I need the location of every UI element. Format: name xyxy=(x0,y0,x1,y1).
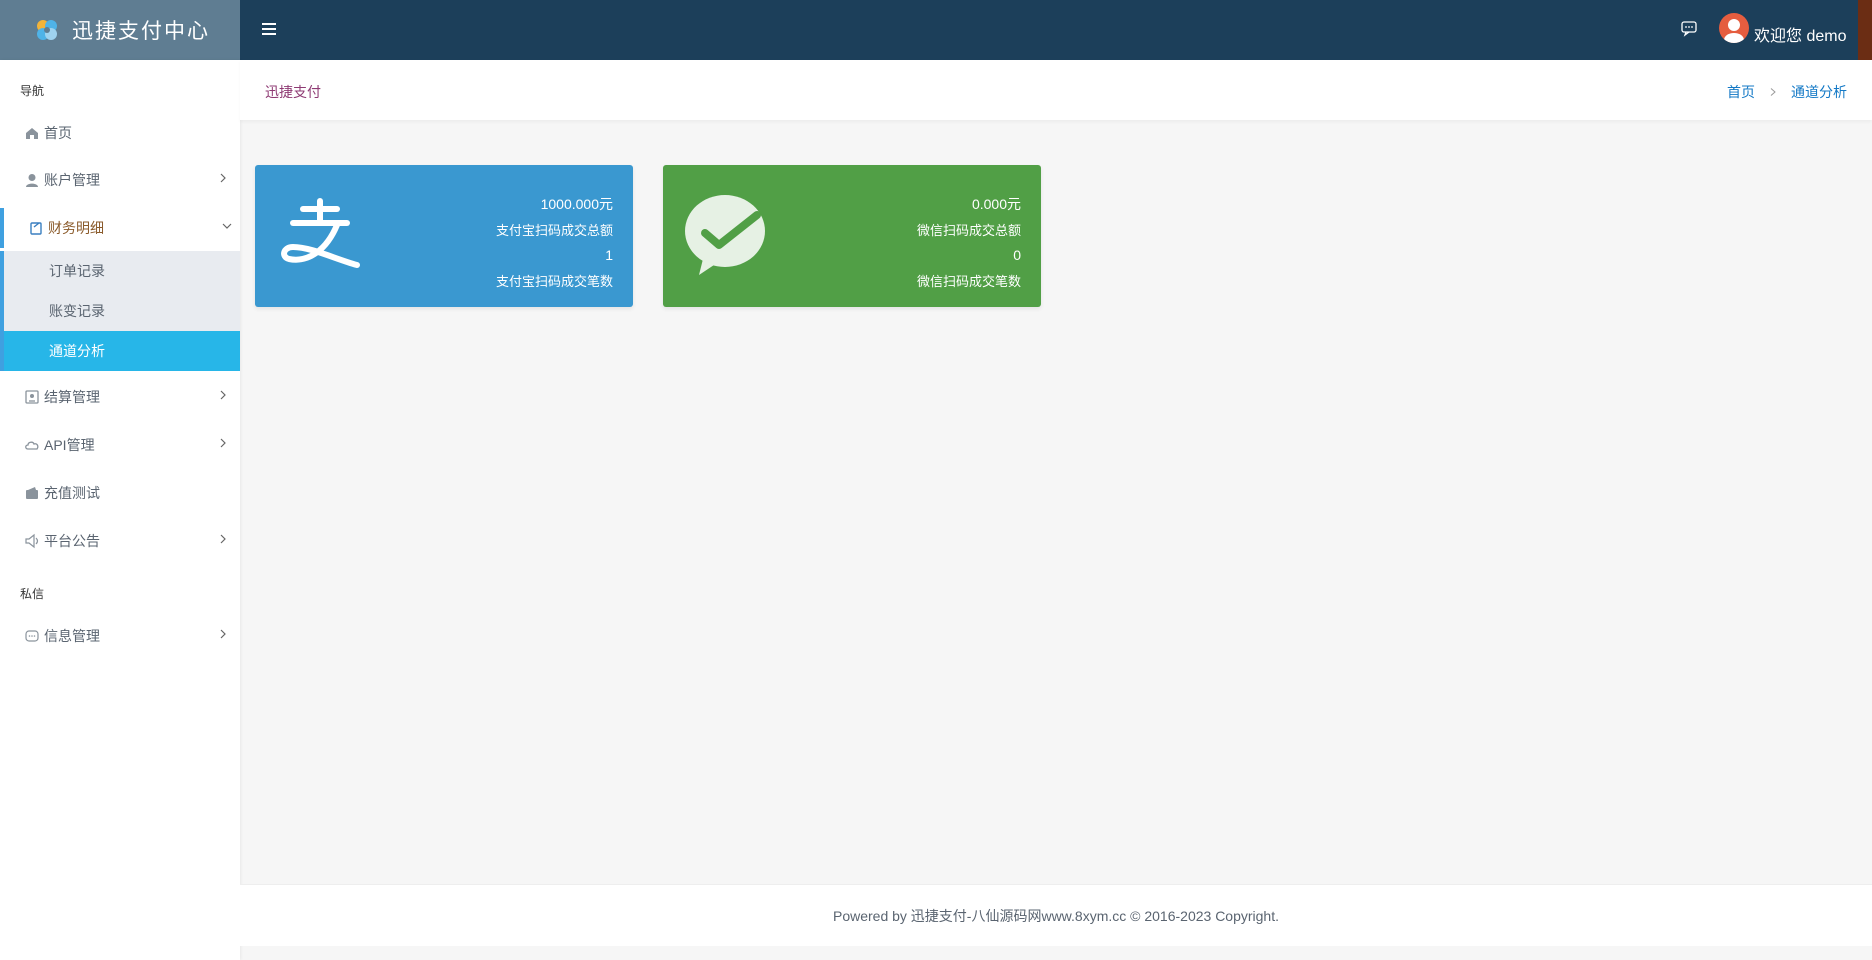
alipay-icon xyxy=(281,198,360,268)
chevron-right-icon xyxy=(220,390,226,400)
brand[interactable]: 迅捷支付中心 xyxy=(0,0,240,60)
alipay-stats-card: 1000.000元 支付宝扫码成交总额 1 支付宝扫码成交笔数 xyxy=(255,165,633,307)
chevron-down-icon xyxy=(222,223,232,229)
breadcrumb: 首页 通道分析 xyxy=(1727,82,1847,102)
chevron-right-icon xyxy=(220,438,226,448)
breadcrumb-home-link[interactable]: 首页 xyxy=(1727,82,1755,102)
wechat-amount-label: 微信扫码成交总额 xyxy=(916,222,1021,238)
cloud-icon xyxy=(25,441,39,450)
chevron-right-icon xyxy=(220,173,226,183)
edge-strip xyxy=(1858,0,1872,60)
wechat-pay-icon xyxy=(685,195,765,275)
nav-section-label: 导航 xyxy=(20,84,45,98)
user-avatar-icon xyxy=(1724,19,1744,43)
alipay-count: 1 xyxy=(605,247,613,263)
app-title: 迅捷支付中心 xyxy=(72,20,210,43)
wechat-stats: 0.000元 微信扫码成交总额 0 微信扫码成交笔数 xyxy=(917,192,1021,294)
chevron-right-icon xyxy=(220,534,226,544)
sidebar-item-label: 信息管理 xyxy=(44,628,100,644)
sidebar-item-account[interactable]: 账户管理 xyxy=(0,160,240,200)
sidebar: 导航 首页 账户管理 财务明细 订单记录 账变记录 通道分析 结算管理 API管… xyxy=(0,60,240,960)
wallet-icon xyxy=(26,487,38,499)
sidebar-item-messages[interactable]: 信息管理 xyxy=(0,616,240,656)
footer-copyright: Powered by 迅捷支付-八仙源码网www.8xym.cc © 2016-… xyxy=(832,908,1279,924)
menu-toggle-button[interactable] xyxy=(262,20,278,38)
sidebar-item-label: 结算管理 xyxy=(44,389,100,405)
user-greeting[interactable]: 欢迎您 demo xyxy=(1754,22,1846,46)
chevron-right-icon xyxy=(220,629,226,639)
page-title: 迅捷支付 xyxy=(265,84,321,100)
user-icon xyxy=(26,174,38,187)
page-header: 迅捷支付 首页 通道分析 xyxy=(240,60,1872,120)
sidebar-item-recharge-test[interactable]: 充值测试 xyxy=(0,473,240,513)
sidebar-subitem-label: 通道分析 xyxy=(49,343,105,359)
wechat-count-label: 微信扫码成交笔数 xyxy=(916,273,1021,289)
footer: Powered by 迅捷支付-八仙源码网www.8xym.cc © 2016-… xyxy=(240,884,1872,946)
sidebar-item-announcements[interactable]: 平台公告 xyxy=(0,521,240,561)
avatar[interactable] xyxy=(1719,13,1749,43)
sidebar-subitem-label: 订单记录 xyxy=(49,263,105,279)
wechat-count: 0 xyxy=(1013,247,1021,263)
sidebar-item-api[interactable]: API管理 xyxy=(0,425,240,465)
sidebar-item-label: 账户管理 xyxy=(44,172,100,188)
sidebar-item-label: 平台公告 xyxy=(44,533,100,549)
sidebar-subitem-balance-changes[interactable]: 账变记录 xyxy=(0,291,240,331)
breadcrumb-current: 通道分析 xyxy=(1791,84,1847,100)
sidebar-item-label: 首页 xyxy=(44,125,72,141)
chat-icon[interactable] xyxy=(1680,19,1698,37)
sidebar-item-label: 充值测试 xyxy=(44,485,100,501)
sidebar-item-finance[interactable]: 财务明细 xyxy=(0,208,240,248)
sidebar-subitem-label: 账变记录 xyxy=(49,303,105,319)
alipay-stats: 1000.000元 支付宝扫码成交总额 1 支付宝扫码成交笔数 xyxy=(496,192,613,294)
sidebar-subitem-orders[interactable]: 订单记录 xyxy=(0,251,240,291)
settlement-icon xyxy=(25,390,39,404)
speaker-icon xyxy=(25,533,39,549)
sidebar-item-label: API管理 xyxy=(44,437,95,453)
chevron-right-icon xyxy=(1770,88,1776,96)
sidebar-subitem-channel-analysis[interactable]: 通道分析 xyxy=(0,331,240,371)
top-navbar: 迅捷支付中心 欢迎您 demo xyxy=(0,0,1872,60)
logo-icon xyxy=(37,20,57,40)
sidebar-item-settlement[interactable]: 结算管理 xyxy=(0,377,240,417)
alipay-amount-label: 支付宝扫码成交总额 xyxy=(495,222,613,238)
alipay-count-label: 支付宝扫码成交笔数 xyxy=(495,273,613,289)
wechat-amount: 0.000元 xyxy=(971,196,1021,212)
alipay-amount: 1000.000元 xyxy=(540,196,613,212)
ledger-icon xyxy=(30,222,42,235)
message-icon xyxy=(25,630,39,642)
sidebar-item-label: 财务明细 xyxy=(48,220,104,236)
private-section-label: 私信 xyxy=(20,587,45,601)
home-icon xyxy=(26,128,38,139)
wechat-stats-card: 0.000元 微信扫码成交总额 0 微信扫码成交笔数 xyxy=(663,165,1041,307)
sidebar-item-home[interactable]: 首页 xyxy=(0,113,240,153)
